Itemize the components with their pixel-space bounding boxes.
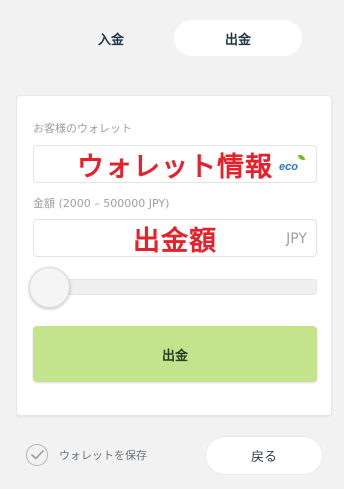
currency-label: JPY [286, 231, 307, 247]
withdraw-submit-button[interactable]: 出金 [33, 326, 317, 382]
transaction-tabs: 入金 出金 [0, 0, 344, 75]
ecopayz-logo-icon: eco [279, 155, 307, 173]
checkmark-icon[interactable] [26, 444, 48, 466]
wallet-field[interactable]: ウォレット情報 eco [33, 145, 317, 183]
eco-logo-leaf [298, 155, 305, 160]
save-wallet-checkbox[interactable]: ウォレットを保存 [26, 444, 147, 466]
amount-label: 金額 (2000 – 500000 JPY) [33, 197, 170, 210]
amount-slider-thumb[interactable] [29, 267, 70, 308]
back-button[interactable]: 戻る [205, 436, 323, 475]
withdraw-form-card: お客様のウォレット ウォレット情報 eco 金額 (2000 – 500000 … [16, 95, 332, 416]
amount-slider-track[interactable] [33, 279, 317, 295]
eco-logo-text: eco [279, 161, 298, 173]
save-wallet-label: ウォレットを保存 [59, 449, 147, 462]
wallet-overlay-text: ウォレット情報 [77, 151, 273, 183]
amount-overlay-text: 出金額 [133, 225, 217, 257]
wallet-label: お客様のウォレット [33, 122, 132, 135]
amount-field[interactable]: 出金額 JPY [33, 219, 317, 257]
tab-withdraw[interactable]: 出金 [174, 20, 302, 56]
tab-deposit[interactable]: 入金 [48, 20, 174, 56]
